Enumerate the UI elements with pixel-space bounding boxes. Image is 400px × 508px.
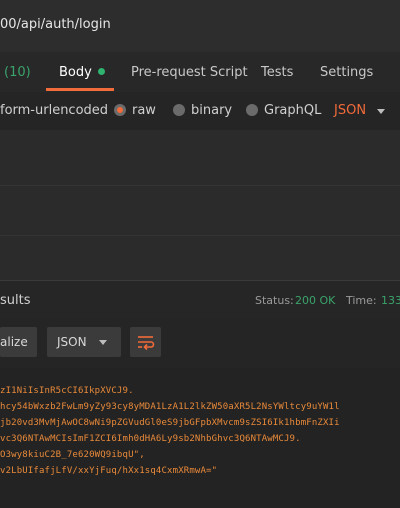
chevron-down-icon[interactable] — [377, 109, 385, 114]
beautify-label: alize — [0, 335, 28, 349]
status-label: Status: — [255, 294, 294, 307]
request-url[interactable]: 00/api/auth/login — [0, 17, 111, 32]
code-line: vc3Q6NTAwMCIsImF1ZCI6Imh0dHA6Ly9sb2NhbGh… — [0, 434, 301, 444]
editor-divider — [0, 185, 400, 186]
code-line: O3wy8kiuC2B_7e620WQ9ibqU", — [0, 450, 145, 460]
body-type-options: form-urlencoded raw binary GraphQL JSON — [0, 92, 400, 131]
tab-pre-request-script[interactable]: Pre-request Script — [131, 65, 248, 80]
body-format-select[interactable]: JSON — [334, 103, 366, 118]
response-toolbar: alize JSON — [0, 318, 400, 368]
tab-body-label: Body — [59, 65, 92, 80]
tab-body[interactable]: Body — [59, 65, 105, 80]
raw-radio[interactable] — [114, 104, 126, 116]
response-body[interactable]: zI1NiIsInR5cCI6IkpXVCJ9. hcy54bWxzb2FwLm… — [0, 368, 400, 508]
request-body-editor[interactable] — [0, 130, 400, 280]
response-format-select[interactable]: JSON — [47, 327, 121, 357]
code-line: hcy54bWxzb2FwLm9yZy93cy8yMDA1LzA1L2lkZW5… — [0, 402, 340, 412]
request-tabs: (10) Body Pre-request Script Tests Setti… — [0, 52, 400, 93]
url-bar[interactable]: 00/api/auth/login — [0, 0, 400, 52]
response-header: sults Status: 200 OK Time: 133 — [0, 280, 400, 320]
response-format-label: JSON — [57, 335, 87, 349]
editor-divider — [0, 235, 400, 236]
status-value[interactable]: 200 OK — [295, 294, 335, 307]
chevron-down-icon — [99, 340, 107, 345]
modified-dot-icon — [97, 68, 105, 75]
tab-headers-count[interactable]: (10) — [4, 65, 31, 80]
option-form-urlencoded[interactable]: form-urlencoded — [0, 103, 108, 118]
graphql-radio[interactable] — [246, 104, 258, 116]
beautify-button[interactable]: alize — [0, 327, 37, 357]
option-graphql[interactable]: GraphQL — [264, 103, 321, 118]
wrap-lines-icon — [138, 336, 155, 351]
tab-settings[interactable]: Settings — [320, 65, 373, 80]
time-value[interactable]: 133 — [381, 294, 400, 307]
wrap-lines-button[interactable] — [130, 327, 161, 357]
tab-tests[interactable]: Tests — [261, 65, 293, 80]
code-line: zI1NiIsInR5cCI6IkpXVCJ9. — [0, 386, 134, 396]
code-line: v2LbUIfafjLfV/xxYjFuq/hXx1sq4CxmXRmwA=" — [0, 466, 218, 476]
code-line: jb20vd3MvMjAwOC8wNi9pZGVudGl0eS9jbGFpbXM… — [0, 418, 340, 428]
time-label: Time: — [346, 294, 377, 307]
response-title: sults — [0, 293, 31, 308]
binary-radio[interactable] — [173, 104, 185, 116]
option-raw[interactable]: raw — [132, 103, 156, 118]
option-binary[interactable]: binary — [191, 103, 232, 118]
active-tab-indicator — [46, 88, 114, 91]
